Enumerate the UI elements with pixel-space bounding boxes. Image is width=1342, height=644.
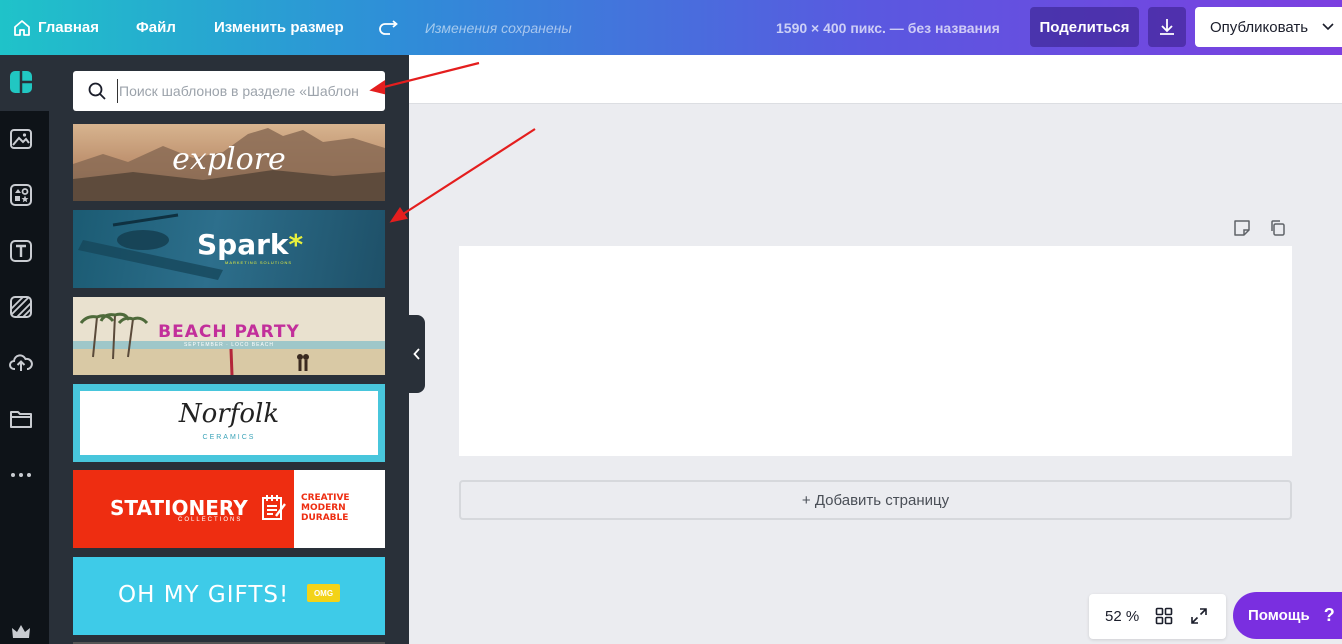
question-icon: ? bbox=[1323, 605, 1335, 625]
template-search-input[interactable] bbox=[117, 79, 379, 103]
template-card-beach-party[interactable]: BEACH PARTY SEPTEMBER · LOCO BEACH bbox=[73, 297, 385, 375]
grid-view-icon[interactable] bbox=[1155, 607, 1173, 625]
home-label: Главная bbox=[38, 19, 100, 36]
template-title: OH MY GIFTS! bbox=[118, 582, 290, 608]
template-title: Spark bbox=[197, 228, 289, 261]
file-menu-button[interactable]: Файл bbox=[136, 0, 176, 55]
template-card-stationery[interactable]: STATIONERY COLLECTIONS CREATIVE MODERN D… bbox=[73, 470, 385, 548]
editor-toolbar bbox=[409, 55, 1342, 104]
template-title-wrap: Spark* bbox=[197, 228, 303, 261]
zoom-controls: 52 % bbox=[1089, 594, 1226, 639]
template-subtitle: SEPTEMBER · LOCO BEACH bbox=[183, 342, 275, 348]
download-button[interactable] bbox=[1148, 7, 1186, 47]
search-icon bbox=[88, 82, 106, 100]
publish-label: Опубликовать bbox=[1210, 18, 1309, 36]
text-icon[interactable] bbox=[9, 239, 33, 263]
template-title: explore bbox=[172, 142, 286, 177]
template-side-line: MODERN bbox=[301, 503, 346, 513]
folders-icon[interactable] bbox=[9, 407, 33, 431]
template-side-line: CREATIVE bbox=[301, 493, 350, 503]
template-subtitle: MARKETING SOLUTIONS bbox=[225, 260, 293, 265]
resize-button[interactable]: Изменить размер bbox=[214, 0, 344, 55]
more-icon[interactable] bbox=[9, 463, 33, 487]
add-page-button[interactable]: + Добавить страницу bbox=[459, 480, 1292, 520]
zoom-level[interactable]: 52 % bbox=[1105, 608, 1139, 625]
template-subtitle: CERAMICS bbox=[202, 434, 256, 441]
template-card-oh-my-gifts[interactable]: OH MY GIFTS! OMG bbox=[73, 557, 385, 635]
document-info[interactable]: 1590 × 400 пикс. — без названия bbox=[776, 0, 1000, 55]
undo-button[interactable] bbox=[378, 0, 400, 55]
chevron-down-icon bbox=[1322, 23, 1334, 31]
template-title: BEACH PARTY bbox=[158, 322, 300, 342]
chevron-left-icon bbox=[412, 348, 420, 360]
publish-button[interactable]: Опубликовать bbox=[1195, 7, 1342, 47]
collapse-panel-button[interactable] bbox=[408, 315, 425, 393]
templates-icon[interactable] bbox=[9, 70, 33, 94]
download-icon bbox=[1160, 19, 1174, 35]
background-icon[interactable] bbox=[9, 295, 33, 319]
uploads-icon[interactable] bbox=[9, 351, 33, 375]
duplicate-page-icon[interactable] bbox=[1269, 219, 1287, 237]
template-accent: * bbox=[288, 228, 304, 261]
help-button[interactable]: Помощь ? bbox=[1233, 592, 1342, 639]
template-card-explore[interactable]: explore bbox=[73, 124, 385, 201]
fullscreen-icon[interactable] bbox=[1190, 607, 1208, 625]
template-card-spark[interactable]: Spark* MARKETING SOLUTIONS bbox=[73, 210, 385, 288]
photos-icon[interactable] bbox=[9, 127, 33, 151]
template-search-box[interactable] bbox=[73, 71, 385, 111]
template-side-lines: CREATIVE MODERN DURABLE bbox=[301, 493, 350, 523]
home-button[interactable]: Главная bbox=[12, 0, 99, 55]
notepad-icon bbox=[262, 495, 286, 520]
help-label: Помощь bbox=[1248, 607, 1310, 624]
template-subtitle: COLLECTIONS bbox=[178, 517, 243, 523]
design-page[interactable] bbox=[459, 246, 1292, 456]
elements-icon[interactable] bbox=[9, 183, 33, 207]
undo-icon bbox=[379, 19, 398, 35]
premium-crown-icon[interactable] bbox=[9, 620, 33, 644]
note-icon[interactable] bbox=[1233, 219, 1251, 237]
template-side-line: DURABLE bbox=[301, 513, 349, 523]
save-status: Изменения сохранены bbox=[425, 19, 572, 36]
share-button[interactable]: Поделиться bbox=[1030, 7, 1139, 47]
template-card-norfolk[interactable]: Norfolk CERAMICS bbox=[73, 384, 385, 462]
template-title: Norfolk bbox=[178, 399, 280, 429]
home-icon bbox=[14, 19, 30, 36]
top-bar: Главная Файл Изменить размер Изменения с… bbox=[0, 0, 1342, 55]
arrow-to-templates bbox=[399, 128, 536, 217]
template-badge: OMG bbox=[307, 584, 340, 602]
